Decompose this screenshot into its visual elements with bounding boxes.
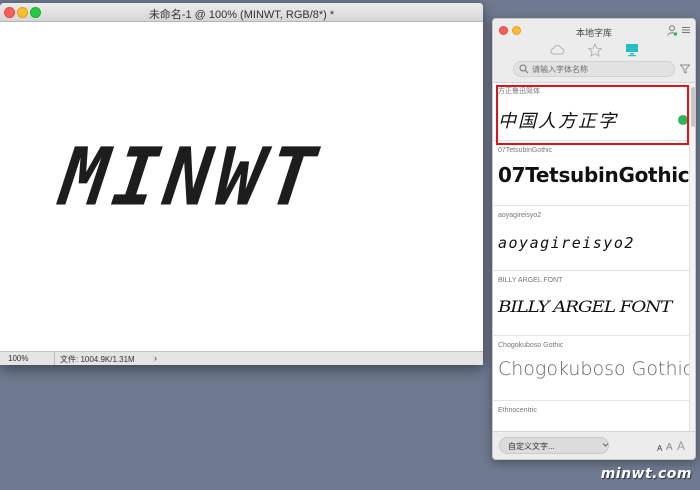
font-sample: 07TetsubinGothic xyxy=(498,163,689,187)
size-large-button[interactable]: A xyxy=(677,439,685,453)
zoom-level[interactable]: 100% xyxy=(8,354,28,363)
filter-icon[interactable] xyxy=(680,64,690,74)
custom-text-select[interactable]: 自定义文字... xyxy=(499,437,609,454)
file-size-info: 文件: 1004.9K/1.31M xyxy=(60,355,135,364)
site-watermark: minwt.com xyxy=(600,466,692,482)
font-search-input[interactable] xyxy=(532,63,672,75)
document-window: 未命名-1 @ 100% (MINWT, RGB/8*) * MINWT 100… xyxy=(0,3,483,365)
font-item-ethnocentric[interactable]: Ethnocentric xyxy=(493,401,689,425)
font-name: 方正鲁迅简体 xyxy=(498,88,540,95)
font-name: 07TetsubinGothic xyxy=(498,147,553,154)
font-name: Ethnocentric xyxy=(498,407,537,414)
font-sample: Chogokuboso Gothic xyxy=(498,358,689,380)
document-titlebar: 未命名-1 @ 100% (MINWT, RGB/8*) * xyxy=(0,3,483,22)
canvas-text-layer[interactable]: MINWT xyxy=(55,130,327,223)
user-icon[interactable] xyxy=(667,25,677,36)
font-sample: BILLY ARGEL FONT xyxy=(498,297,672,316)
cloud-icon[interactable] xyxy=(549,43,565,57)
custom-text-label: 自定义文字... xyxy=(508,442,555,451)
chevron-down-icon xyxy=(602,443,609,447)
font-item-billy-argel[interactable]: BILLY ARGEL FONT BILLY ARGEL FONT xyxy=(493,271,689,336)
font-item-07tetsubingothic[interactable]: 07TetsubinGothic 07TetsubinGothic xyxy=(493,141,689,206)
font-panel: 本地字库 请输入字体名称 方正鲁迅简体 中国人方正字 07TetsubinGot… xyxy=(492,18,696,460)
size-small-button[interactable]: A xyxy=(657,444,662,453)
status-menu-arrow[interactable]: › xyxy=(154,353,157,363)
font-list: 方正鲁迅简体 中国人方正字 07TetsubinGothic 07Tetsubi… xyxy=(493,83,689,433)
status-divider xyxy=(54,352,55,365)
font-item-aoyagireisyo2[interactable]: aoyagireisyo2 aoyagireisyo2 xyxy=(493,206,689,271)
status-bar: 100% 文件: 1004.9K/1.31M › xyxy=(0,351,483,365)
font-sample: aoyagireisyo2 xyxy=(498,234,635,252)
font-name: aoyagireisyo2 xyxy=(498,212,542,219)
font-name: Chogokuboso Gothic xyxy=(498,342,564,349)
document-canvas[interactable]: MINWT xyxy=(0,22,483,351)
font-search-box[interactable] xyxy=(513,61,675,77)
panel-tabs xyxy=(493,43,695,59)
font-list-scrollbar[interactable] xyxy=(689,83,695,433)
font-item-chogokuboso-gothic[interactable]: Chogokuboso Gothic Chogokuboso Gothic xyxy=(493,336,689,401)
scrollbar-thumb[interactable] xyxy=(691,87,695,127)
font-panel-footer: 自定义文字... A A A xyxy=(493,431,695,459)
star-icon[interactable] xyxy=(587,43,603,57)
document-title: 未命名-1 @ 100% (MINWT, RGB/8*) * xyxy=(148,9,335,21)
panel-menu-icon[interactable] xyxy=(682,26,690,34)
panel-title: 本地字库 xyxy=(575,28,612,38)
monitor-icon[interactable] xyxy=(624,43,640,57)
size-medium-button[interactable]: A xyxy=(666,442,673,453)
font-panel-header: 本地字库 xyxy=(493,19,695,83)
font-name: BILLY ARGEL FONT xyxy=(498,277,563,284)
installed-check-icon xyxy=(678,115,688,125)
font-item-fangzheng-luxun[interactable]: 方正鲁迅简体 中国人方正字 xyxy=(493,83,689,141)
font-sample: 中国人方正字 xyxy=(498,111,618,132)
search-icon xyxy=(519,64,529,74)
